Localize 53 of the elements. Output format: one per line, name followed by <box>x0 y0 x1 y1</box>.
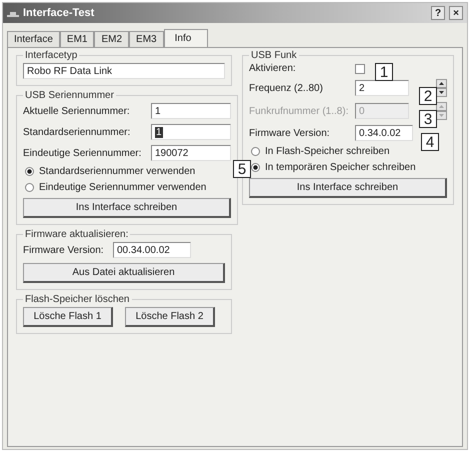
field-label: Frequenz (2..80) <box>249 82 324 94</box>
callout-number: 5 <box>233 160 251 178</box>
field-value: 1 <box>155 106 161 117</box>
spin-buttons-icon[interactable] <box>436 79 447 97</box>
text-field[interactable]: Robo RF Data Link <box>23 63 225 79</box>
callout-number: 3 <box>419 110 437 128</box>
tab[interactable]: Interface <box>7 31 60 47</box>
window-title: Interface-Test <box>23 7 94 19</box>
field-label: Funkrufnummer (1..8): <box>249 106 350 116</box>
tab[interactable]: Info <box>164 29 208 47</box>
group-title: USB Seriennummer <box>24 90 115 101</box>
text-field[interactable]: 0.34.0.02 <box>355 125 413 141</box>
text-field[interactable]: 190072 <box>151 145 231 161</box>
checkbox[interactable] <box>355 64 365 74</box>
delete-flash-button[interactable]: Lösche Flash 2 <box>125 307 215 327</box>
radio-button[interactable] <box>251 163 260 172</box>
delete-flash-button[interactable]: Lösche Flash 1 <box>23 307 113 327</box>
callout-number: 1 <box>375 63 393 81</box>
radio-button[interactable] <box>25 183 34 192</box>
text-field[interactable]: 1 <box>151 103 231 119</box>
number-field[interactable]: 2 <box>355 80 409 96</box>
callout-number: 2 <box>419 87 437 105</box>
tab[interactable]: EM1 <box>60 31 94 47</box>
close-button[interactable]: × <box>449 6 463 20</box>
field-value: 1 <box>155 127 163 138</box>
write-button[interactable]: Ins Interface schreiben <box>249 178 447 198</box>
radio-button[interactable] <box>251 147 260 156</box>
field-label: Standardseriennummer: <box>23 126 132 138</box>
radio-label: In temporären Speicher schreiben <box>265 162 416 173</box>
write-button[interactable]: Ins Interface schreiben <box>23 198 231 218</box>
radio-label: In Flash-Speicher schreiben <box>265 146 390 157</box>
help-button[interactable]: ? <box>431 6 446 20</box>
update-button[interactable]: Aus Datei aktualisieren <box>23 263 225 283</box>
group-title: Firmware aktualisieren: <box>24 229 130 240</box>
radio-label: Standardseriennummer verwenden <box>39 166 196 177</box>
radio-label: Eindeutige Seriennummer verwenden <box>39 182 206 193</box>
radio-button[interactable] <box>25 167 34 176</box>
group-title: Flash-Speicher löschen <box>24 294 130 305</box>
callout-number: 4 <box>421 133 439 151</box>
text-field[interactable]: 1 <box>151 124 231 140</box>
field-value: 190072 <box>155 148 188 159</box>
group-title: USB Funk <box>250 50 298 61</box>
tab[interactable]: EM2 <box>94 31 130 47</box>
field-label: Firmware Version: <box>249 128 331 138</box>
spin-buttons-icon[interactable] <box>436 102 447 120</box>
app-icon <box>7 9 19 17</box>
field-label: Aktivieren: <box>249 63 297 74</box>
field-label: Eindeutige Seriennummer: <box>23 148 142 158</box>
group-title: Interfacetyp <box>24 50 78 61</box>
tab[interactable]: EM3 <box>129 31 164 47</box>
field-label: Firmware Version: <box>23 244 105 256</box>
field-label: Aktuelle Seriennummer: <box>23 106 131 116</box>
text-field[interactable]: 00.34.00.02 <box>113 242 191 258</box>
